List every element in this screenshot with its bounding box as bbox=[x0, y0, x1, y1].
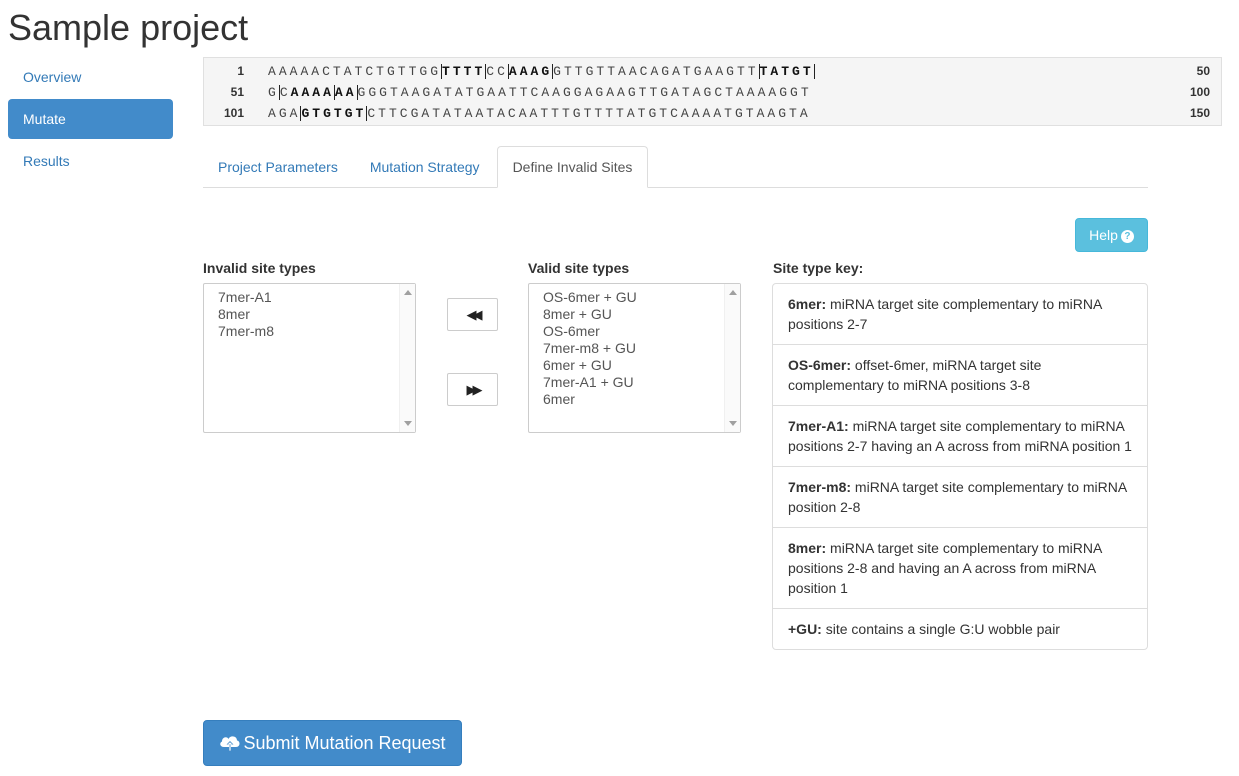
tab-define-invalid-sites[interactable]: Define Invalid Sites bbox=[496, 146, 649, 188]
sequence-viewer: 1 AAAAACTATCTGTTGGTTTTCCAAAGGTTGTTAACAGA… bbox=[203, 57, 1222, 126]
tab-mutation-strategy[interactable]: Mutation Strategy bbox=[355, 146, 495, 188]
scrollbar[interactable] bbox=[399, 284, 415, 432]
tab-project-parameters[interactable]: Project Parameters bbox=[203, 146, 353, 188]
double-chevron-right-icon: ▶▶ bbox=[466, 382, 483, 397]
valid-site-types-list[interactable]: OS-6mer + GU 8mer + GU OS-6mer 7mer-m8 +… bbox=[528, 283, 741, 433]
key-term: 8mer: bbox=[788, 540, 827, 556]
list-item[interactable]: OS-6mer + GU bbox=[543, 289, 740, 306]
sequence-text: GCAAAAAAGGGTAAGATATGAATTCAAGGAGAAGTTGATA… bbox=[268, 85, 812, 100]
sequence-start-index: 1 bbox=[237, 64, 244, 78]
list-item[interactable]: 6mer + GU bbox=[543, 357, 740, 374]
question-circle-icon: ? bbox=[1120, 230, 1134, 243]
sequence-text: AAAAACTATCTGTTGGTTTTCCAAAGGTTGTTAACAGATG… bbox=[268, 64, 815, 79]
tab-bar: Project Parameters Mutation Strategy Def… bbox=[203, 146, 1148, 188]
list-item: +GU: site contains a single G:U wobble p… bbox=[773, 609, 1147, 649]
sequence-start-index: 51 bbox=[230, 85, 244, 99]
help-button[interactable]: Help? bbox=[1075, 218, 1148, 252]
page-title: Sample project bbox=[8, 7, 249, 48]
site-type-key-list: 6mer: miRNA target site complementary to… bbox=[772, 283, 1148, 650]
sequence-row: 101 AGAGTGTGTCTTCGATATAATACAATTTGTTTTATG… bbox=[204, 103, 1221, 124]
sidebar-item-overview[interactable]: Overview bbox=[8, 57, 173, 97]
sequence-start-index: 101 bbox=[223, 106, 244, 120]
cloud-upload-icon bbox=[220, 736, 240, 751]
valid-site-types-label: Valid site types bbox=[528, 260, 630, 276]
list-item[interactable]: OS-6mer bbox=[543, 323, 740, 340]
list-item: 8mer: miRNA target site complementary to… bbox=[773, 528, 1147, 609]
site-type-key-label: Site type key: bbox=[773, 260, 864, 276]
sequence-end-index: 100 bbox=[1189, 85, 1210, 99]
sequence-text: AGAGTGTGTCTTCGATATAATACAATTTGTTTTATGTCAA… bbox=[268, 106, 811, 121]
key-term: 7mer-A1: bbox=[788, 418, 849, 434]
list-item[interactable]: 7mer-m8 + GU bbox=[543, 340, 740, 357]
sequence-end-index: 50 bbox=[1196, 64, 1210, 78]
list-item[interactable]: 6mer bbox=[543, 391, 740, 408]
scroll-up-icon bbox=[729, 290, 737, 295]
move-to-valid-button[interactable]: ▶▶ bbox=[447, 373, 498, 406]
key-term: OS-6mer: bbox=[788, 357, 852, 373]
sequence-row: 51 GCAAAAAAGGGTAAGATATGAATTCAAGGAGAAGTTG… bbox=[204, 82, 1221, 103]
list-item: 6mer: miRNA target site complementary to… bbox=[773, 284, 1147, 345]
list-item: 7mer-A1: miRNA target site complementary… bbox=[773, 406, 1147, 467]
submit-label: Submit Mutation Request bbox=[243, 733, 446, 753]
key-description: miRNA target site complementary to miRNA… bbox=[788, 296, 1102, 332]
sidebar-item-results[interactable]: Results bbox=[8, 141, 173, 181]
key-description: miRNA target site complementary to miRNA… bbox=[788, 540, 1102, 596]
sidebar-item-mutate[interactable]: Mutate bbox=[8, 99, 173, 139]
help-label: Help bbox=[1089, 227, 1118, 243]
list-item: OS-6mer: offset-6mer, miRNA target site … bbox=[773, 345, 1147, 406]
list-item[interactable]: 8mer bbox=[218, 306, 415, 323]
invalid-site-types-label: Invalid site types bbox=[203, 260, 316, 276]
sequence-end-index: 150 bbox=[1189, 106, 1210, 120]
list-item[interactable]: 8mer + GU bbox=[543, 306, 740, 323]
scrollbar[interactable] bbox=[724, 284, 740, 432]
key-term: +GU: bbox=[788, 621, 822, 637]
submit-mutation-request-button[interactable]: Submit Mutation Request bbox=[203, 720, 462, 766]
sequence-row: 1 AAAAACTATCTGTTGGTTTTCCAAAGGTTGTTAACAGA… bbox=[204, 61, 1221, 82]
double-chevron-left-icon: ◀◀ bbox=[466, 307, 483, 322]
key-term: 7mer-m8: bbox=[788, 479, 852, 495]
invalid-site-types-list[interactable]: 7mer-A1 8mer 7mer-m8 bbox=[203, 283, 416, 433]
key-description: site contains a single G:U wobble pair bbox=[825, 621, 1060, 637]
key-term: 6mer: bbox=[788, 296, 827, 312]
move-to-invalid-button[interactable]: ◀◀ bbox=[447, 298, 498, 331]
scroll-down-icon bbox=[404, 421, 412, 426]
sidebar-nav: Overview Mutate Results bbox=[8, 57, 173, 183]
list-item[interactable]: 7mer-m8 bbox=[218, 323, 415, 340]
list-item: 7mer-m8: miRNA target site complementary… bbox=[773, 467, 1147, 528]
list-item[interactable]: 7mer-A1 bbox=[218, 289, 415, 306]
scroll-up-icon bbox=[404, 290, 412, 295]
list-item[interactable]: 7mer-A1 + GU bbox=[543, 374, 740, 391]
scroll-down-icon bbox=[729, 421, 737, 426]
